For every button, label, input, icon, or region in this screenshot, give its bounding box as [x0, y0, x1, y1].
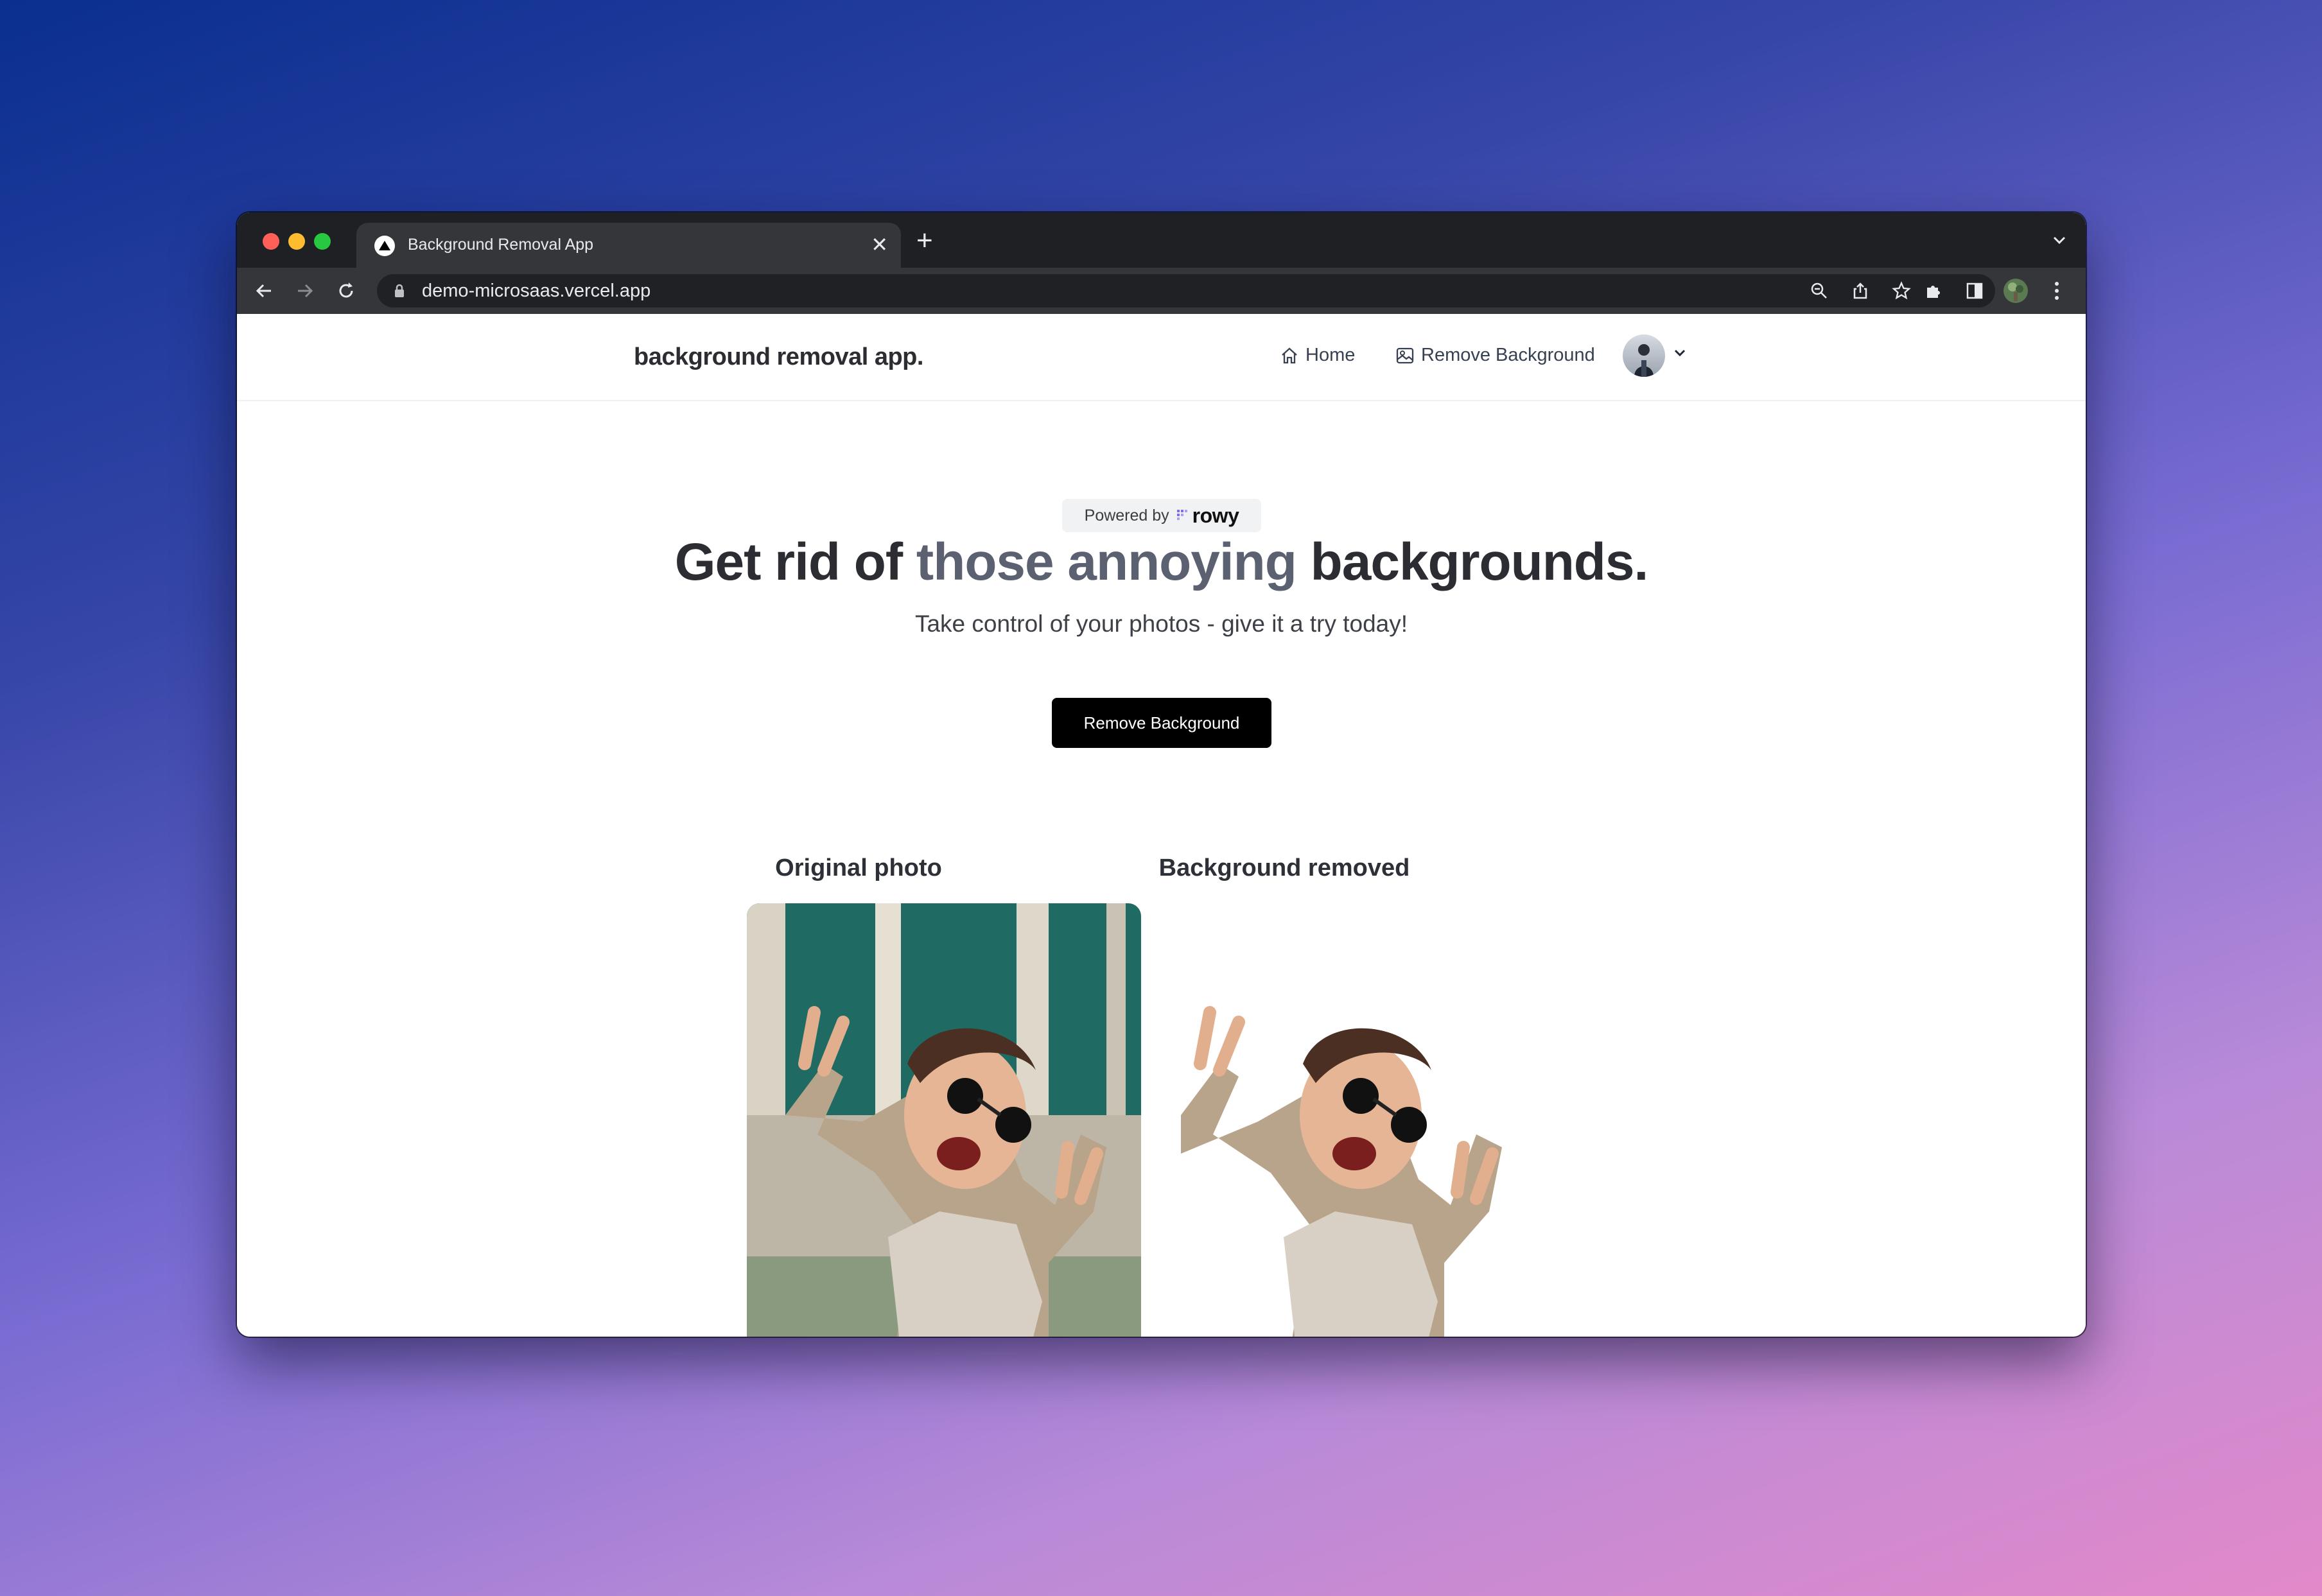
powered-by-label: Powered by — [1084, 506, 1169, 525]
original-photo — [747, 903, 1141, 1337]
tab-title: Background Removal App — [408, 236, 594, 254]
background-removed-label: Background removed — [1158, 854, 1410, 881]
web-page: background removal app. Home Remove Back… — [237, 314, 2086, 1337]
user-avatar[interactable] — [1623, 334, 1665, 377]
tab-bar: Background Removal App ✕ + — [237, 213, 2086, 269]
headline-part1: Get rid of — [674, 533, 903, 591]
new-tab-icon[interactable]: + — [916, 227, 933, 255]
tab-search-chevron-icon[interactable] — [2050, 230, 2069, 250]
site-header: background removal app. Home Remove Back… — [237, 314, 2086, 401]
url-text: demo-microsaas.vercel.app — [422, 281, 651, 301]
browser-menu-icon[interactable] — [2043, 277, 2071, 305]
headline-part2: backgrounds. — [1310, 533, 1649, 591]
vercel-favicon-icon — [374, 236, 395, 256]
remove-background-button[interactable]: Remove Background — [1052, 698, 1271, 748]
close-window-button[interactable] — [263, 233, 279, 250]
tab-close-icon[interactable]: ✕ — [871, 232, 888, 257]
bookmark-star-icon[interactable] — [1889, 278, 1914, 304]
lock-icon — [395, 284, 404, 297]
forward-arrow-icon[interactable] — [291, 277, 319, 305]
site-logo[interactable]: background removal app. — [634, 343, 923, 371]
hero-headline: Get rid of those annoying backgrounds. — [237, 532, 2086, 593]
back-arrow-icon[interactable] — [250, 277, 278, 305]
powered-by-badge[interactable]: Powered by rowy — [1062, 499, 1261, 532]
browser-window: Background Removal App ✕ + demo-microsaa… — [237, 213, 2086, 1337]
side-panel-icon[interactable] — [1960, 277, 1989, 305]
headline-accent: those annoying — [916, 533, 1297, 591]
share-icon[interactable] — [1847, 278, 1873, 304]
minimize-window-button[interactable] — [288, 233, 305, 250]
maximize-window-button[interactable] — [314, 233, 331, 250]
chevron-down-icon[interactable] — [1673, 346, 1687, 360]
nav-home-link[interactable]: Home — [1280, 345, 1355, 366]
browser-toolbar: demo-microsaas.vercel.app — [237, 268, 2086, 315]
home-icon — [1282, 347, 1297, 363]
hero-subheadline: Take control of your photos - give it a … — [914, 611, 1408, 637]
image-icon — [1396, 347, 1414, 363]
nav-home-label: Home — [1305, 345, 1356, 365]
nav-remove-background-link[interactable]: Remove Background — [1395, 345, 1595, 366]
reload-icon[interactable] — [332, 277, 360, 305]
background-removed-photo — [1181, 903, 1575, 1337]
nav-remove-background-label: Remove Background — [1421, 345, 1595, 365]
address-bar[interactable]: demo-microsaas.vercel.app — [377, 274, 1995, 308]
browser-tab[interactable]: Background Removal App ✕ — [356, 223, 901, 269]
original-photo-label: Original photo — [775, 854, 942, 881]
rowy-mark-icon — [1176, 510, 1187, 520]
rowy-logo: rowy — [1176, 504, 1239, 528]
extensions-puzzle-icon[interactable] — [1919, 277, 1948, 305]
profile-avatar-icon[interactable] — [2002, 277, 2030, 305]
rowy-brand-text: rowy — [1192, 503, 1239, 527]
zoom-icon[interactable] — [1806, 278, 1832, 304]
